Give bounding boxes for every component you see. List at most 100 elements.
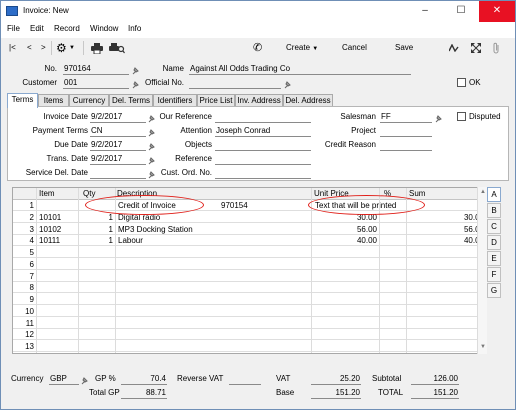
table-cell-sum[interactable] — [408, 294, 484, 305]
table-cell-desc[interactable] — [118, 259, 218, 270]
table-cell-price[interactable] — [313, 282, 377, 293]
phone-icon[interactable]: ✆ — [253, 40, 262, 56]
table-cell-qty[interactable]: 1 — [79, 212, 113, 223]
table-cell-n[interactable]: 13 — [15, 341, 34, 352]
side-tab-a[interactable]: A — [487, 187, 501, 202]
gear-dropdown-icon[interactable]: ▼ — [69, 40, 75, 56]
tab-terms[interactable]: Terms — [7, 93, 38, 108]
table-cell-desc[interactable]: Labour — [118, 235, 218, 246]
table-cell-qty[interactable]: 1 — [79, 235, 113, 246]
table-cell-qty[interactable] — [79, 294, 113, 305]
table-cell-item[interactable] — [39, 282, 77, 293]
table-row[interactable]: 3 10102 1 MP3 Docking Station 56.00 56.00 — [13, 224, 486, 235]
table-cell-qty[interactable] — [79, 341, 113, 352]
table-cell-item[interactable] — [39, 329, 77, 340]
table-cell-n[interactable]: 3 — [15, 224, 34, 235]
table-cell-pct[interactable] — [381, 259, 404, 270]
paste-special-icon[interactable] — [132, 67, 139, 75]
table-cell-n[interactable]: 5 — [15, 247, 34, 258]
close-button[interactable]: ✕ — [479, 1, 515, 22]
table-row[interactable]: 12 — [13, 329, 486, 341]
table-cell-sum[interactable]: 40.00 — [408, 235, 484, 246]
menu-record[interactable]: Record — [54, 24, 80, 33]
table-cell-pct[interactable] — [381, 224, 404, 235]
table-cell-desc[interactable] — [118, 341, 218, 352]
first-record-icon[interactable]: |< — [9, 40, 16, 56]
cancel-button[interactable]: Cancel — [342, 40, 367, 56]
save-button[interactable]: Save — [395, 40, 413, 56]
name-field[interactable]: Against All Odds Trading Co — [189, 64, 411, 75]
table-cell-desc2[interactable] — [221, 306, 309, 317]
credit-reason-field[interactable] — [380, 140, 432, 151]
table-row[interactable]: 7 — [13, 271, 486, 282]
table-row[interactable]: 2 10101 1 Digital radio 30.00 30.00 — [13, 212, 486, 223]
table-cell-desc2[interactable] — [221, 294, 309, 305]
table-cell-desc2[interactable] — [221, 224, 309, 235]
table-cell-price[interactable] — [313, 247, 377, 258]
table-row[interactable]: 5 — [13, 247, 486, 258]
table-cell-desc2[interactable] — [221, 318, 309, 329]
table-cell-price[interactable]: 56.00 — [313, 224, 377, 235]
table-cell-desc2[interactable] — [221, 259, 309, 270]
table-cell-desc[interactable] — [118, 318, 218, 329]
table-cell-desc[interactable] — [118, 306, 218, 317]
cust-ord-no-field[interactable] — [215, 168, 311, 179]
payment-terms-field[interactable]: CN — [90, 126, 146, 137]
table-cell-item[interactable] — [39, 271, 77, 282]
ok-checkbox[interactable] — [457, 78, 466, 87]
table-cell-desc2[interactable] — [221, 271, 309, 282]
table-cell-pct[interactable] — [381, 329, 404, 340]
side-tab-c[interactable]: C — [487, 219, 501, 234]
table-cell-n[interactable]: 8 — [15, 282, 34, 293]
table-cell-qty[interactable] — [79, 271, 113, 282]
paste-special-icon[interactable] — [435, 115, 442, 123]
our-reference-field[interactable] — [215, 112, 311, 123]
table-cell-qty[interactable] — [79, 247, 113, 258]
table-cell-price[interactable] — [313, 259, 377, 270]
expand-icon[interactable] — [471, 40, 481, 56]
objects-field[interactable] — [215, 140, 311, 151]
reverse-vat-field[interactable] — [229, 374, 261, 385]
table-cell-pct[interactable] — [381, 247, 404, 258]
print-icon[interactable] — [91, 40, 103, 56]
table-row[interactable]: 6 — [13, 259, 486, 270]
invoice-date-field[interactable]: 9/2/2017 — [90, 112, 146, 123]
table-row[interactable]: 11 — [13, 318, 486, 329]
table-cell-pct[interactable] — [381, 294, 404, 305]
table-cell-desc2[interactable]: 970154 — [221, 200, 309, 211]
table-cell-desc[interactable] — [118, 294, 218, 305]
menu-info[interactable]: Info — [128, 24, 141, 33]
create-button[interactable]: Create ▼ — [286, 40, 318, 56]
attachment-icon[interactable] — [492, 40, 500, 56]
table-cell-pct[interactable] — [381, 282, 404, 293]
paste-special-icon[interactable] — [81, 377, 88, 385]
grid-scrollbar[interactable]: ▲ ▼ — [477, 187, 487, 354]
table-cell-desc2[interactable] — [221, 329, 309, 340]
table-cell-n[interactable]: 2 — [15, 212, 34, 223]
table-cell-item[interactable] — [39, 247, 77, 258]
table-cell-n[interactable]: 12 — [15, 329, 34, 340]
table-cell-item[interactable] — [39, 318, 77, 329]
table-cell-pct[interactable] — [381, 235, 404, 246]
table-cell-n[interactable]: 6 — [15, 259, 34, 270]
maximize-button[interactable]: ☐ — [443, 1, 479, 22]
side-tab-g[interactable]: G — [487, 283, 501, 298]
table-cell-desc[interactable] — [118, 247, 218, 258]
disputed-checkbox[interactable] — [457, 112, 466, 121]
table-cell-desc2[interactable] — [221, 235, 309, 246]
table-cell-n[interactable]: 7 — [15, 271, 34, 282]
minimize-button[interactable]: – — [407, 1, 443, 22]
side-tab-d[interactable]: D — [487, 235, 501, 250]
table-cell-desc2[interactable] — [221, 247, 309, 258]
table-cell-desc[interactable] — [118, 329, 218, 340]
table-row[interactable]: 8 — [13, 282, 486, 294]
table-cell-sum[interactable] — [408, 341, 484, 352]
table-cell-desc[interactable] — [118, 282, 218, 293]
table-cell-n[interactable]: 11 — [15, 318, 34, 329]
table-cell-sum[interactable] — [408, 259, 484, 270]
table-cell-qty[interactable] — [79, 329, 113, 340]
table-cell-n[interactable]: 10 — [15, 306, 34, 317]
attention-field[interactable]: Joseph Conrad — [215, 126, 311, 137]
currency-field[interactable]: GBP — [49, 374, 79, 385]
table-cell-price[interactable] — [313, 306, 377, 317]
